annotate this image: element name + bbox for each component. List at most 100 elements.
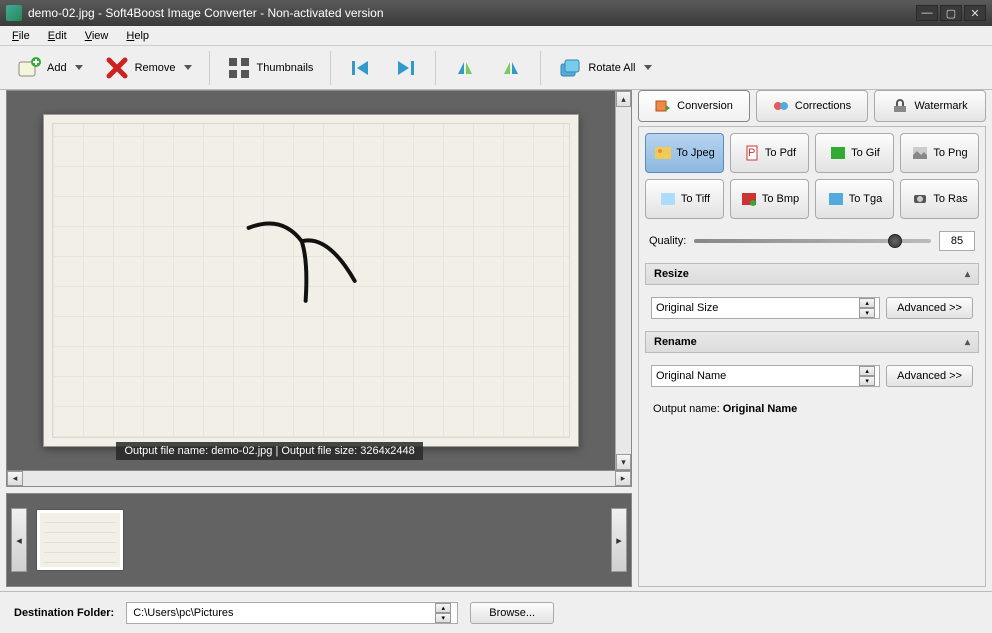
destination-input[interactable]: C:\Users\pc\Pictures ▴▾	[126, 602, 458, 624]
browse-button[interactable]: Browse...	[470, 602, 554, 624]
menu-help[interactable]: Help	[118, 28, 157, 44]
quality-value[interactable]: 85	[939, 231, 975, 251]
resize-body: Original Size ▴▾ Advanced >>	[645, 291, 979, 325]
preview-canvas[interactable]: Output file name: demo-02.jpg | Output f…	[7, 91, 615, 470]
rotate-all-button[interactable]: Rotate All	[549, 51, 660, 85]
resize-header[interactable]: Resize ▴	[645, 263, 979, 285]
left-column: Output file name: demo-02.jpg | Output f…	[6, 90, 632, 587]
scroll-up-button[interactable]: ▴	[616, 91, 631, 107]
format-ras-label: To Ras	[933, 193, 967, 205]
slider-thumb[interactable]	[888, 234, 902, 248]
quality-label: Quality:	[649, 235, 686, 247]
bottom-bar: Destination Folder: C:\Users\pc\Pictures…	[0, 591, 992, 633]
gif-icon	[829, 144, 847, 162]
maximize-button[interactable]: ▢	[940, 5, 962, 21]
flip-h-button[interactable]	[444, 51, 486, 85]
bmp-icon	[740, 190, 758, 208]
format-png-button[interactable]: To Png	[900, 133, 979, 173]
scroll-track[interactable]	[616, 107, 631, 454]
content-area: Output file name: demo-02.jpg | Output f…	[0, 90, 992, 591]
remove-label: Remove	[135, 62, 176, 74]
watermark-icon	[892, 98, 908, 114]
conversion-icon	[655, 98, 671, 114]
scroll-left-button[interactable]: ◂	[7, 471, 23, 486]
menu-view[interactable]: View	[77, 28, 117, 44]
image-content	[215, 208, 402, 341]
last-button[interactable]	[385, 51, 427, 85]
format-gif-button[interactable]: To Gif	[815, 133, 894, 173]
rename-body: Original Name ▴▾ Advanced >>	[645, 359, 979, 393]
format-bmp-button[interactable]: To Bmp	[730, 179, 809, 219]
rename-advanced-button[interactable]: Advanced >>	[886, 365, 973, 387]
thumbnails-button[interactable]: Thumbnails	[218, 51, 323, 85]
destination-spinner[interactable]: ▴▾	[435, 603, 451, 623]
tab-conversion[interactable]: Conversion	[638, 90, 750, 122]
add-button[interactable]: Add	[8, 51, 92, 85]
close-button[interactable]: ✕	[964, 5, 986, 21]
tga-icon	[827, 190, 845, 208]
thumb-list	[33, 506, 605, 574]
scroll-htrack[interactable]	[23, 471, 615, 486]
tab-corrections[interactable]: Corrections	[756, 90, 868, 122]
thumb-next-button[interactable]: ▸	[611, 508, 627, 572]
remove-icon	[105, 56, 129, 80]
thumbnail-item[interactable]	[37, 510, 123, 570]
rename-combo[interactable]: Original Name ▴▾	[651, 365, 880, 387]
scroll-right-button[interactable]: ▸	[615, 471, 631, 486]
vertical-scrollbar[interactable]: ▴ ▾	[615, 91, 631, 470]
preview-wrap: Output file name: demo-02.jpg | Output f…	[6, 90, 632, 487]
format-jpeg-label: To Jpeg	[676, 147, 715, 159]
tiff-icon	[659, 190, 677, 208]
format-grid: To Jpeg PTo Pdf To Gif To Png To Tiff To…	[645, 133, 979, 219]
rotate-label: Rotate All	[588, 62, 635, 74]
resize-spinner[interactable]: ▴▾	[859, 298, 875, 318]
collapse-icon: ▴	[965, 269, 970, 280]
separator	[330, 51, 331, 85]
collapse-icon: ▴	[965, 337, 970, 348]
format-pdf-button[interactable]: PTo Pdf	[730, 133, 809, 173]
menubar: File Edit View Help	[0, 26, 992, 46]
right-column: Conversion Corrections Watermark To Jpeg…	[638, 90, 986, 587]
menu-edit[interactable]: Edit	[40, 28, 75, 44]
rotate-dropdown-icon	[644, 65, 652, 70]
format-bmp-label: To Bmp	[762, 193, 799, 205]
destination-label: Destination Folder:	[14, 607, 114, 619]
first-icon	[348, 56, 372, 80]
format-tga-label: To Tga	[849, 193, 882, 205]
quality-slider[interactable]	[694, 239, 931, 243]
format-pdf-label: To Pdf	[765, 147, 796, 159]
rename-header-label: Rename	[654, 336, 697, 348]
quality-row: Quality: 85	[645, 225, 979, 257]
toolbar: Add Remove Thumbnails Rotate	[0, 46, 992, 90]
rename-spinner[interactable]: ▴▾	[859, 366, 875, 386]
output-name-value: Original Name	[723, 403, 798, 415]
rotate-icon	[558, 56, 582, 80]
format-ras-button[interactable]: To Ras	[900, 179, 979, 219]
separator	[435, 51, 436, 85]
add-dropdown-icon	[75, 65, 83, 70]
rename-header[interactable]: Rename ▴	[645, 331, 979, 353]
thumbnails-icon	[227, 56, 251, 80]
scroll-down-button[interactable]: ▾	[616, 454, 631, 470]
resize-advanced-button[interactable]: Advanced >>	[886, 297, 973, 319]
rename-value: Original Name	[656, 370, 726, 382]
horizontal-scrollbar[interactable]: ◂ ▸	[6, 471, 632, 487]
tab-watermark[interactable]: Watermark	[874, 90, 986, 122]
window-title: demo-02.jpg - Soft4Boost Image Converter…	[28, 6, 916, 20]
png-icon	[911, 144, 929, 162]
titlebar: demo-02.jpg - Soft4Boost Image Converter…	[0, 0, 992, 26]
flip-v-button[interactable]	[490, 51, 532, 85]
format-tga-button[interactable]: To Tga	[815, 179, 894, 219]
add-icon	[17, 56, 41, 80]
tabs: Conversion Corrections Watermark	[638, 90, 986, 122]
first-button[interactable]	[339, 51, 381, 85]
thumb-prev-button[interactable]: ◂	[11, 508, 27, 572]
jpeg-icon	[654, 144, 672, 162]
remove-button[interactable]: Remove	[96, 51, 201, 85]
minimize-button[interactable]: —	[916, 5, 938, 21]
resize-combo[interactable]: Original Size ▴▾	[651, 297, 880, 319]
menu-file[interactable]: File	[4, 28, 38, 44]
format-tiff-button[interactable]: To Tiff	[645, 179, 724, 219]
corrections-icon	[773, 98, 789, 114]
format-jpeg-button[interactable]: To Jpeg	[645, 133, 724, 173]
